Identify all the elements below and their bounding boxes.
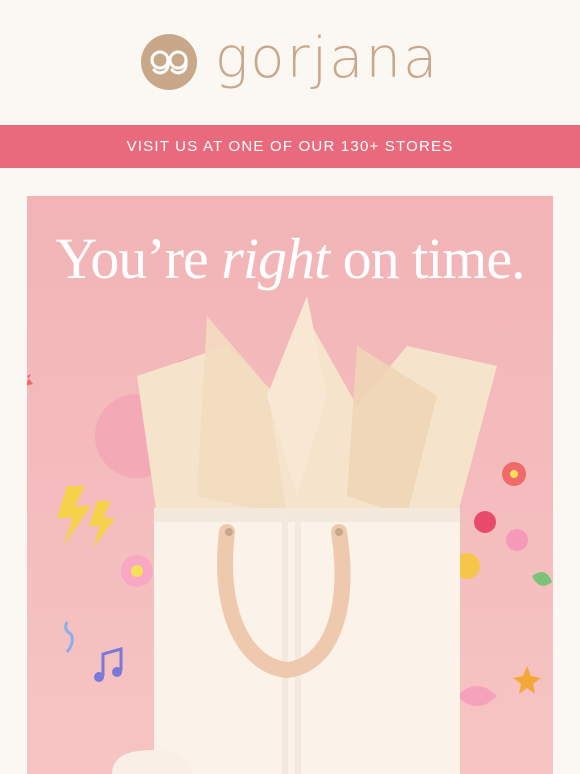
stores-banner[interactable]: VISIT US AT ONE OF OUR 130+ STORES	[0, 125, 580, 168]
headline-part: on time.	[329, 226, 526, 291]
gorjana-logo-icon	[140, 34, 197, 90]
lightning-doodle	[57, 486, 91, 546]
butterfly-doodle	[457, 686, 497, 706]
star-doodle	[27, 374, 33, 386]
gift-bag	[154, 508, 460, 774]
headline-part: You’re	[55, 226, 222, 291]
headline-emphasis: right	[221, 226, 330, 291]
flower-doodle	[474, 511, 496, 533]
brand-name: gorjana	[214, 26, 440, 91]
stores-banner-text: VISIT US AT ONE OF OUR 130+ STORES	[126, 138, 454, 155]
hero-image[interactable]: You’re right on time.	[27, 196, 553, 774]
star-doodle	[513, 666, 541, 694]
hero-headline: You’re right on time.	[27, 230, 553, 288]
swirl-doodle	[64, 621, 74, 653]
brand-header[interactable]: gorjana	[0, 0, 580, 124]
lightning-doodle	[89, 501, 115, 548]
flower-doodle	[506, 529, 528, 551]
leaf-doodle	[532, 572, 552, 586]
